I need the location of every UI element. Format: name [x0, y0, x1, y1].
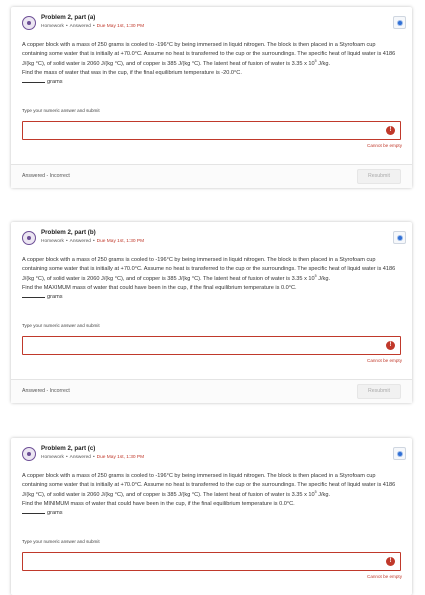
input-label: Type your numeric answer and submit — [22, 539, 100, 544]
problem-type: Homework — [41, 239, 64, 244]
card-footer: Answered - Incorrect Resubmit — [11, 164, 412, 188]
problem-meta: Homework • Answered • Due May 1st, 1:30 PM — [41, 24, 144, 29]
unit-text: J/kg. — [316, 60, 331, 67]
answer-blank — [22, 78, 45, 84]
options-button[interactable] — [393, 231, 406, 244]
problem-card-a: Problem 2, part (a) Homework • Answered • Du… — [11, 7, 412, 188]
problem-status: Answered — [69, 455, 91, 460]
answer-unit: grams — [47, 294, 63, 301]
answer-input[interactable]: ! — [22, 336, 401, 355]
problem-meta: Homework • Answered • Due May 1st, 1:30 PM — [41, 239, 144, 244]
answer-input[interactable]: ! — [22, 121, 401, 140]
problem-title: Problem 2, part (c) — [41, 445, 96, 452]
answer-unit: grams — [47, 79, 63, 86]
statement-text: A copper block with a mass of 250 grams … — [22, 473, 396, 498]
options-button[interactable] — [393, 16, 406, 29]
due-date: Due May 1st, 1:30 PM — [96, 455, 145, 460]
problem-status: Answered — [69, 239, 91, 244]
meta-separator: • — [92, 455, 95, 460]
problem-statement: A copper block with a mass of 250 grams … — [11, 256, 412, 302]
answer-status: Answered - Incorrect — [22, 388, 70, 394]
unit-text: J/kg. — [316, 275, 331, 282]
error-icon: ! — [386, 341, 395, 350]
card-footer: Answered - Incorrect Resubmit — [11, 379, 412, 403]
question-text: Find the MAXIMUM mass of water that coul… — [22, 284, 297, 291]
question-text: Find the MINIMUM mass of water that coul… — [22, 500, 295, 507]
problem-type: Homework — [41, 455, 64, 460]
problem-status: Answered — [69, 24, 91, 29]
question-text: Find the mass of water that was in the c… — [22, 69, 242, 76]
meta-separator: • — [65, 239, 68, 244]
answer-unit: grams — [47, 510, 63, 517]
error-message: Cannot be empty — [367, 574, 402, 579]
problem-icon — [22, 447, 36, 461]
problem-card-b: Problem 2, part (b) Homework • Answered • Du… — [11, 222, 412, 403]
due-date: Due May 1st, 1:30 PM — [96, 239, 145, 244]
problem-icon — [22, 16, 36, 30]
meta-separator: • — [92, 239, 95, 244]
due-date: Due May 1st, 1:30 PM — [96, 24, 145, 29]
answer-blank — [22, 509, 45, 515]
radio-dot-icon — [397, 235, 402, 240]
problem-statement: A copper block with a mass of 250 grams … — [11, 472, 412, 518]
problem-meta: Homework • Answered • Due May 1st, 1:30 PM — [41, 455, 144, 460]
answer-blank — [22, 293, 45, 299]
statement-text: A copper block with a mass of 250 grams … — [22, 257, 396, 282]
resubmit-button[interactable]: Resubmit — [357, 169, 401, 184]
problem-header: Problem 2, part (c) Homework • Answered • Du… — [11, 438, 412, 472]
answer-status: Answered - Incorrect — [22, 173, 70, 179]
unit-text: J/kg. — [316, 491, 331, 498]
problem-header: Problem 2, part (b) Homework • Answered • Du… — [11, 222, 412, 256]
problem-type: Homework — [41, 24, 64, 29]
problem-statement: A copper block with a mass of 250 grams … — [11, 41, 412, 87]
problem-header: Problem 2, part (a) Homework • Answered • Du… — [11, 7, 412, 41]
problem-title: Problem 2, part (b) — [41, 229, 96, 236]
statement-text: A copper block with a mass of 250 grams … — [22, 42, 396, 67]
input-label: Type your numeric answer and submit — [22, 108, 100, 113]
answer-input[interactable]: ! — [22, 552, 401, 571]
error-message: Cannot be empty — [367, 358, 402, 363]
meta-separator: • — [65, 24, 68, 29]
radio-dot-icon — [397, 451, 402, 456]
radio-dot-icon — [397, 20, 402, 25]
problem-card-c: Problem 2, part (c) Homework • Answered • Du… — [11, 438, 412, 595]
problem-title: Problem 2, part (a) — [41, 14, 96, 21]
meta-separator: • — [65, 455, 68, 460]
error-icon: ! — [386, 126, 395, 135]
error-message: Cannot be empty — [367, 143, 402, 148]
meta-separator: • — [92, 24, 95, 29]
error-icon: ! — [386, 557, 395, 566]
problem-icon — [22, 231, 36, 245]
input-label: Type your numeric answer and submit — [22, 323, 100, 328]
options-button[interactable] — [393, 447, 406, 460]
resubmit-button[interactable]: Resubmit — [357, 384, 401, 399]
